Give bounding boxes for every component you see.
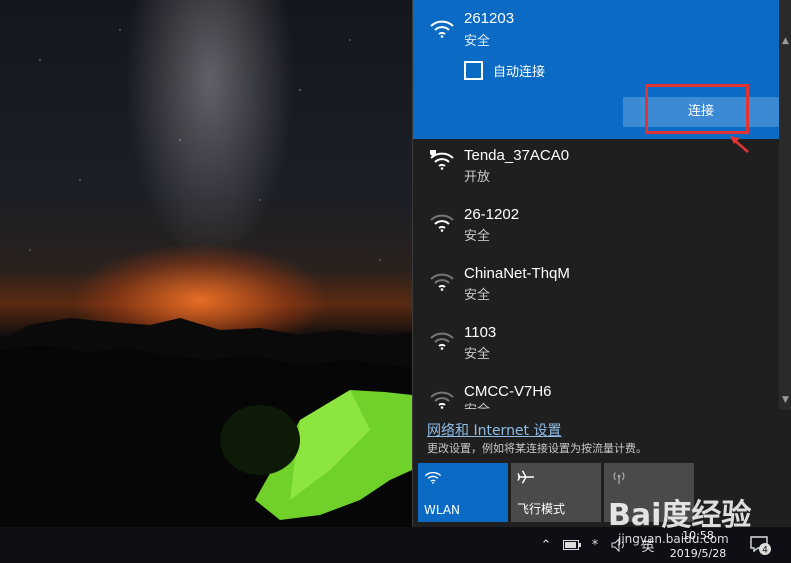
taskbar-date: 2019/5/28 xyxy=(669,547,727,560)
wlan-label: WLAN xyxy=(424,503,461,517)
network-status: 安全 xyxy=(464,288,491,303)
watermark-url: jingyan.baidu.com xyxy=(618,532,729,546)
connect-button[interactable]: 连接 xyxy=(623,97,779,127)
show-hidden-icons-chevron-icon[interactable]: ⌃ xyxy=(536,527,556,563)
mobile-hotspot-icon xyxy=(613,472,625,485)
network-name: ChinaNet-ThqM xyxy=(464,265,570,282)
wifi-flyout: 261203 安全 自动连接 连接 Tenda_37ACA0 开放 26-120… xyxy=(412,0,791,527)
auto-connect-label: 自动连接 xyxy=(493,64,546,80)
wifi-icon xyxy=(430,214,454,232)
network-status: 安全 xyxy=(464,347,491,362)
network-status: 开放 xyxy=(464,170,491,185)
network-name: CMCC-V7H6 xyxy=(464,383,552,400)
scroll-up-arrow-icon[interactable]: ▲ xyxy=(779,36,791,48)
airplane-mode-quick-action[interactable]: 飞行模式 xyxy=(511,463,601,522)
action-center-icon[interactable]: 4 xyxy=(748,527,774,563)
wifi-open-icon xyxy=(430,150,454,170)
network-settings-link[interactable]: 网络和 Internet 设置 xyxy=(427,420,562,440)
selected-network-status: 安全 xyxy=(464,34,491,49)
airplane-mode-label: 飞行模式 xyxy=(517,502,566,516)
network-status: 安全 xyxy=(464,399,490,409)
network-name: Tenda_37ACA0 xyxy=(464,147,570,164)
wifi-icon xyxy=(430,332,454,350)
notification-count: 4 xyxy=(762,546,768,556)
wifi-icon xyxy=(430,391,454,409)
wallpaper-landscape xyxy=(0,318,412,563)
red-arrow-icon xyxy=(730,136,749,153)
network-tray-icon[interactable]: * xyxy=(586,527,604,563)
wifi-icon xyxy=(424,471,442,484)
battery-icon[interactable] xyxy=(560,527,584,563)
watermark-logo: Bai度经验 xyxy=(608,498,752,533)
selected-network-name: 261203 xyxy=(464,10,515,27)
selected-network[interactable]: 261203 安全 自动连接 连接 xyxy=(413,0,779,139)
auto-connect-checkbox[interactable] xyxy=(464,60,483,80)
wlan-quick-action[interactable]: WLAN xyxy=(418,463,508,522)
network-status: 安全 xyxy=(464,229,491,244)
network-name: 1103 xyxy=(464,324,497,341)
network-settings-description: 更改设置，例如将某连接设置为按流量计费。 xyxy=(427,442,647,455)
airplane-icon xyxy=(517,470,534,484)
scroll-down-arrow-icon[interactable]: ▼ xyxy=(779,395,791,407)
network-list-scrollbar[interactable] xyxy=(779,0,791,410)
wifi-icon xyxy=(430,273,454,291)
network-name: 26-1202 xyxy=(464,206,520,223)
baidu-jingyan-watermark: Bai度经验 jingyan.baidu.com xyxy=(608,490,752,546)
wifi-icon xyxy=(430,20,454,38)
auto-connect-row[interactable]: 自动连接 xyxy=(464,60,545,80)
